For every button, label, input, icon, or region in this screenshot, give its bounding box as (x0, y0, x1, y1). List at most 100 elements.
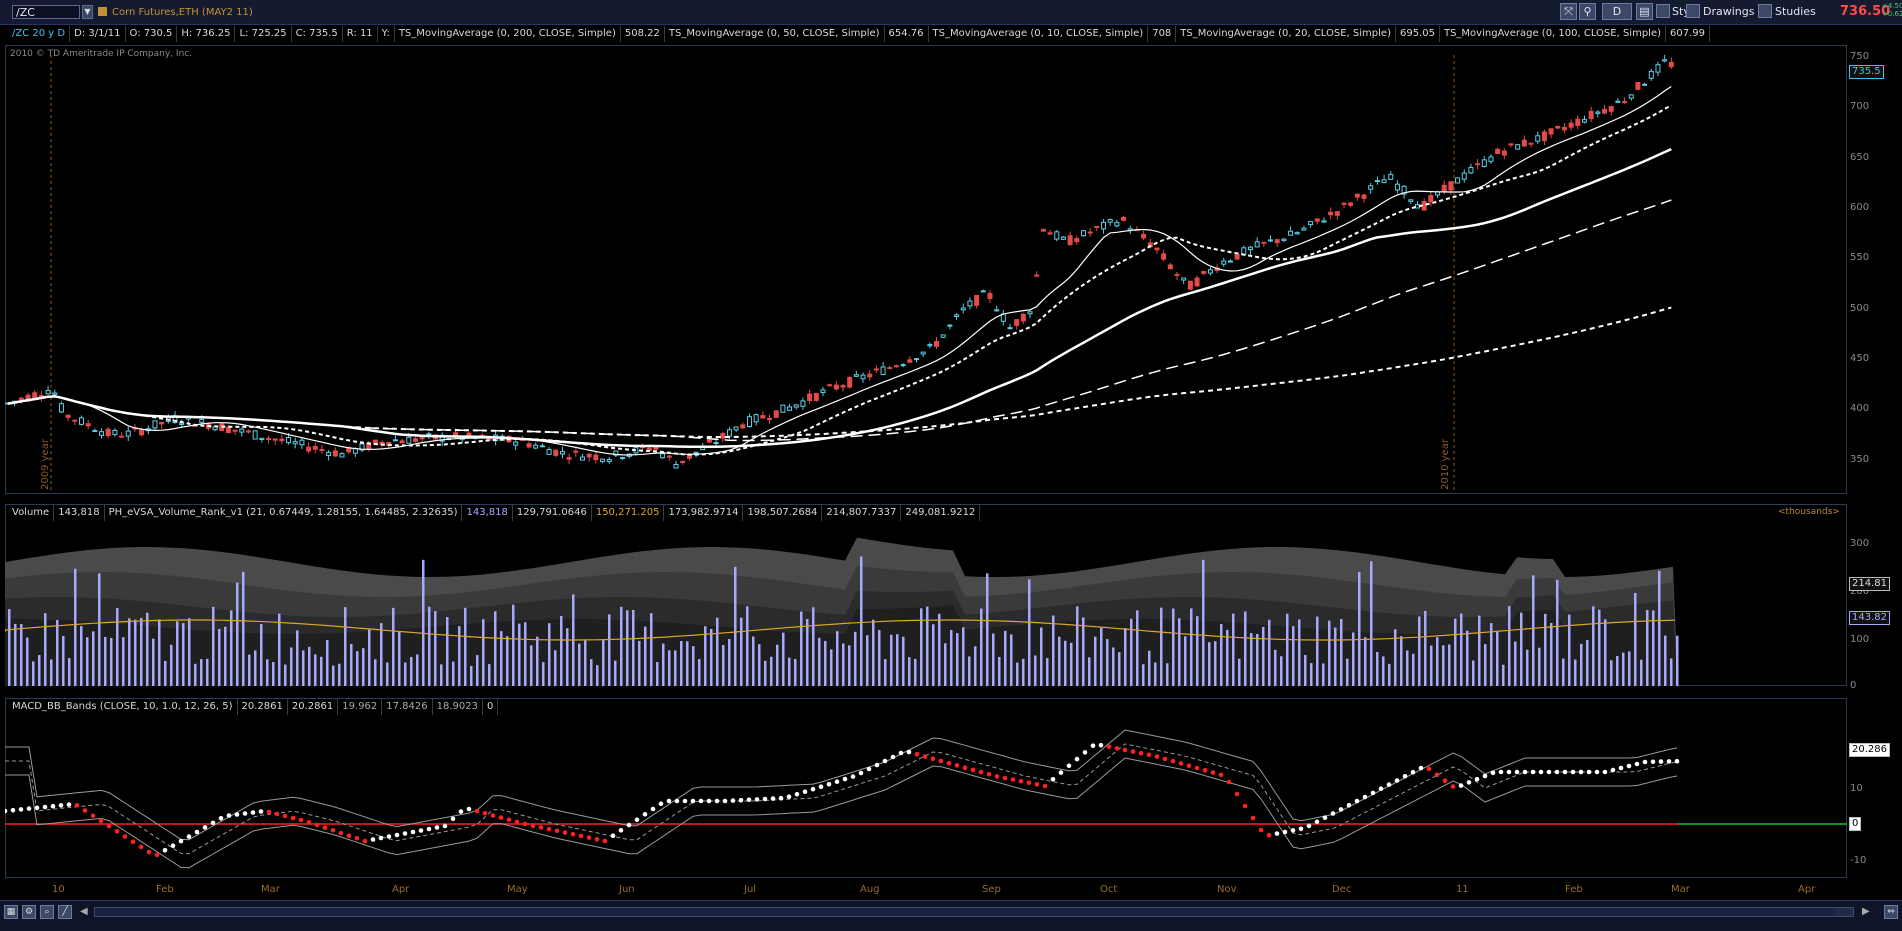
volume-bar (80, 626, 83, 686)
style-icon[interactable] (1656, 4, 1670, 18)
scroll-right-icon[interactable]: ▶ (1862, 906, 1870, 917)
macd-chart[interactable] (5, 716, 1847, 878)
macd-study[interactable]: MACD_BB_Bands (CLOSE, 10, 1.0, 12, 26, 5… (8, 699, 238, 715)
candle-body (1381, 179, 1387, 184)
macd-dot (1274, 831, 1280, 836)
link-tool-icon[interactable]: ⚲ (1579, 3, 1596, 20)
volume-bar (1142, 664, 1145, 686)
macd-dot (1130, 749, 1136, 754)
volume-chart[interactable] (5, 522, 1847, 686)
volume-bar (470, 665, 473, 686)
macd-dot (482, 811, 488, 816)
volume-bar (536, 636, 539, 686)
studies-menu[interactable]: Studies (1775, 5, 1816, 18)
candle-body (980, 290, 986, 293)
macd-dot (234, 812, 240, 817)
expand-icon[interactable]: ⇔ (1884, 905, 1898, 919)
volume-study[interactable]: PH_eVSA_Volume_Rank_v1 (21, 0.67449, 1.2… (105, 505, 463, 521)
ma100-line (7, 199, 1672, 442)
volume-bar (98, 573, 101, 686)
candle-body (1441, 184, 1447, 192)
volume-bar (806, 619, 809, 686)
volume-bar (1130, 618, 1133, 686)
macd-dot (1082, 750, 1088, 755)
volume-bar (1226, 629, 1229, 686)
candle-body (566, 457, 572, 460)
settings-icon[interactable]: ⚙ (22, 905, 36, 919)
drawings-icon[interactable] (1686, 4, 1700, 18)
symbol-input[interactable]: /ZC (12, 5, 80, 19)
current-price-tag: 735.5 (1849, 65, 1884, 79)
candle-body (913, 358, 919, 361)
macd-dot (754, 797, 760, 802)
candle-body (1034, 274, 1040, 277)
macd-dot (1418, 765, 1424, 771)
candle-body (1294, 232, 1300, 235)
volume-bar (44, 613, 47, 686)
symbol-dropdown-icon[interactable]: ▼ (82, 5, 93, 19)
volume-bar (626, 610, 629, 686)
chart-symbol-period[interactable]: /ZC 20 y D (8, 26, 71, 42)
macd-dot (602, 838, 608, 844)
chart-type-icon[interactable]: ▤ (1636, 3, 1653, 20)
volume-bar (1382, 656, 1385, 686)
study-ma20[interactable]: TS_MovingAverage (0, 20, CLOSE, Simple) (1176, 26, 1396, 42)
candle-body (1394, 183, 1400, 191)
volume-bar (62, 636, 65, 686)
volume-bar (272, 662, 275, 686)
volume-bar (116, 607, 119, 686)
zoom-icon[interactable]: ⌕ (40, 905, 54, 919)
candle-body (1642, 83, 1648, 86)
candle-body (1468, 167, 1474, 174)
study-ma100[interactable]: TS_MovingAverage (0, 100, CLOSE, Simple) (1440, 26, 1666, 42)
drawings-menu[interactable]: Drawings (1703, 5, 1754, 18)
candle-body (994, 309, 1000, 312)
study-ma200[interactable]: TS_MovingAverage (0, 200, CLOSE, Simple) (395, 26, 621, 42)
candle-body (1448, 181, 1454, 191)
volume-bar (1544, 613, 1547, 686)
price-chart[interactable] (5, 45, 1847, 494)
grid-layout-icon[interactable]: ▦ (4, 905, 18, 919)
candle-body (85, 423, 91, 427)
candle-body (1074, 238, 1080, 243)
volume-bar (1262, 626, 1265, 686)
draw-line-icon[interactable]: ╱ (58, 905, 72, 919)
study-ma50[interactable]: TS_MovingAverage (0, 50, CLOSE, Simple) (665, 26, 885, 42)
ma50-line (7, 147, 1672, 449)
macd-dot (82, 808, 88, 813)
volume-bar (728, 639, 731, 686)
macd-dot (674, 798, 680, 804)
candle-body (339, 453, 345, 458)
volume-study-v2: 129,791.0646 (513, 505, 592, 521)
macd-dot (418, 828, 424, 833)
macd-dot (466, 806, 472, 812)
study-ma10[interactable]: TS_MovingAverage (0, 10, CLOSE, Simple) (929, 26, 1149, 42)
candle-body (606, 458, 612, 462)
volume-bar (788, 657, 791, 686)
volume-bar (1520, 612, 1523, 686)
horizontal-scrollbar[interactable] (94, 907, 1854, 917)
period-button[interactable]: D (1602, 3, 1632, 20)
macd-dot (1346, 803, 1352, 808)
macd-dot (930, 756, 936, 762)
volume-bar (1124, 628, 1127, 686)
scrollbar-thumb[interactable] (95, 908, 1835, 916)
year-label-2009: 2009 year (40, 439, 51, 490)
macd-dot (1514, 769, 1520, 775)
volume-bar (518, 623, 521, 686)
macd-band-lower (5, 757, 1678, 869)
candle-body (927, 344, 933, 347)
change-pct: +0.62% (1882, 10, 1902, 18)
volume-bar (1088, 657, 1091, 686)
crosshair-tool-icon[interactable]: ⤧ (1560, 3, 1577, 20)
volume-bar (1580, 643, 1583, 686)
macd-dot (666, 798, 672, 804)
studies-icon[interactable] (1758, 4, 1772, 18)
scroll-left-icon[interactable]: ◀ (80, 906, 88, 917)
candle-body (319, 449, 325, 452)
volume-bar (1304, 654, 1307, 686)
price-axis-label: 750 (1850, 51, 1870, 62)
candle-body (1495, 148, 1501, 155)
volume-bar (650, 613, 653, 686)
candle-body (1101, 221, 1107, 230)
